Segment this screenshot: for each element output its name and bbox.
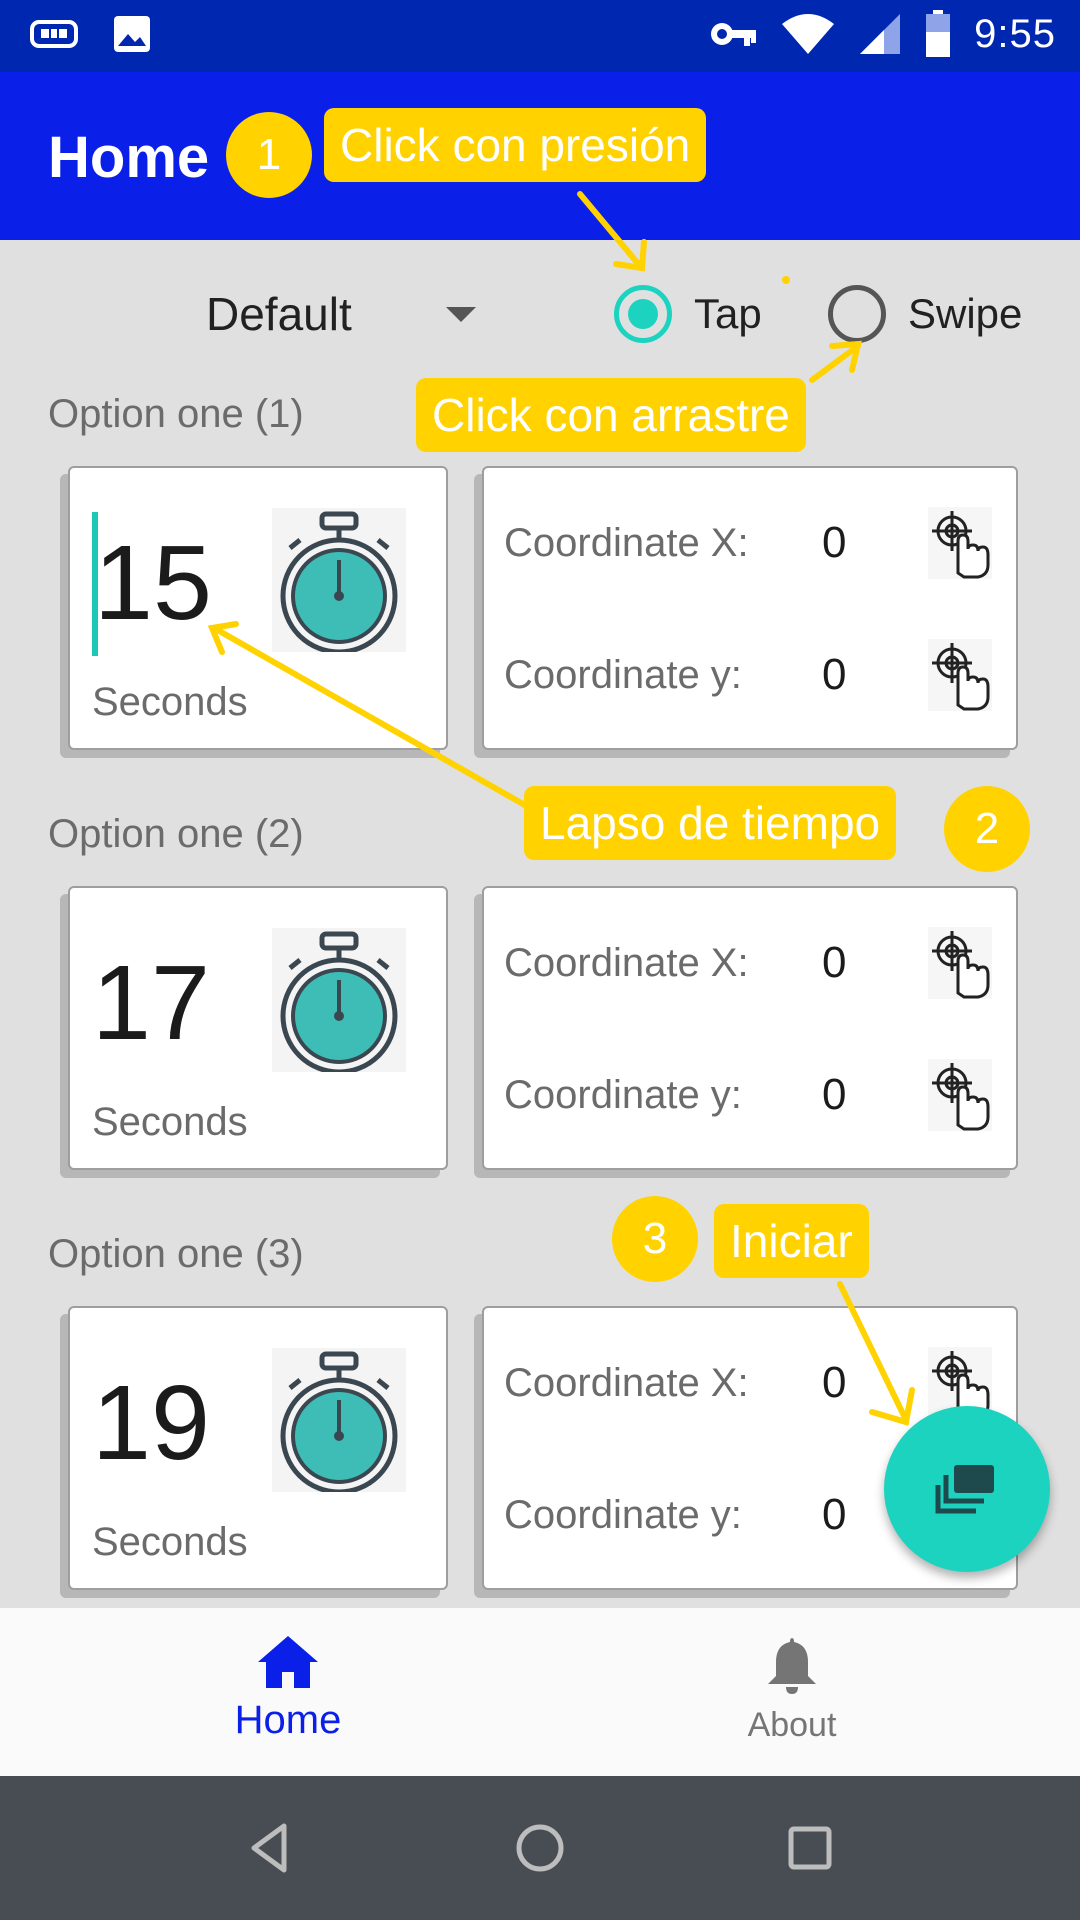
option-label-1: Option one (1) xyxy=(48,392,304,436)
pick-target-icon[interactable] xyxy=(928,507,992,579)
seconds-unit-3: Seconds xyxy=(92,1520,248,1564)
cell-signal-icon xyxy=(860,14,901,54)
stopwatch-icon xyxy=(272,1348,406,1492)
stopwatch-icon xyxy=(272,928,406,1072)
back-icon[interactable] xyxy=(240,1818,300,1878)
image-icon xyxy=(114,16,150,52)
nav-home[interactable]: Home xyxy=(188,1634,388,1743)
annotation-badge-3: 3 xyxy=(612,1196,698,1282)
timer-card-2[interactable]: 17 Seconds xyxy=(68,886,448,1170)
radio-unchecked-icon xyxy=(828,285,886,343)
coordinate-y-label: Coordinate y: xyxy=(504,652,742,697)
nav-home-label: Home xyxy=(234,1698,342,1742)
bell-icon xyxy=(768,1638,816,1694)
nav-about[interactable]: About xyxy=(692,1634,892,1745)
stopwatch-icon xyxy=(272,508,406,652)
coordinate-y-label: Coordinate y: xyxy=(504,1492,742,1537)
coordinate-x-label: Coordinate X: xyxy=(504,1360,749,1405)
layers-icon xyxy=(935,1465,994,1514)
start-fab-button[interactable] xyxy=(884,1406,1050,1572)
swipe-radio-label: Swipe xyxy=(908,290,1023,337)
swipe-radio[interactable]: Swipe xyxy=(828,282,1022,346)
seconds-input-2[interactable]: 17 xyxy=(92,950,210,1056)
chevron-down-icon xyxy=(446,306,476,322)
nav-about-label: About xyxy=(747,1706,837,1744)
bottom-navigation: Home About xyxy=(0,1608,1080,1776)
tap-radio[interactable]: Tap xyxy=(614,282,762,346)
profile-dropdown-value: Default xyxy=(206,288,352,340)
battery-icon xyxy=(926,10,951,57)
status-bar: 9:55 xyxy=(0,0,1080,72)
pick-target-icon[interactable] xyxy=(928,1059,992,1131)
seconds-unit-1: Seconds xyxy=(92,680,248,724)
coordinate-x-value: 0 xyxy=(822,518,847,567)
wifi-icon xyxy=(782,14,835,54)
clock: 9:55 xyxy=(974,11,1056,56)
coordinate-card-2: Coordinate X: 0 Coordinate y: 0 xyxy=(482,886,1018,1170)
timer-card-3[interactable]: 19 Seconds xyxy=(68,1306,448,1590)
annotation-badge-1: 1 xyxy=(226,112,312,198)
home-icon xyxy=(258,1636,318,1688)
coordinate-x-value: 0 xyxy=(822,1358,847,1407)
option-label-3: Option one (3) xyxy=(48,1232,304,1276)
coordinate-x-value: 0 xyxy=(822,938,847,987)
annotation-badge-2: 2 xyxy=(944,786,1030,872)
radio-checked-icon xyxy=(614,285,672,343)
page-title: Home xyxy=(48,125,210,190)
coordinate-y-value: 0 xyxy=(822,650,847,699)
coordinate-y-value: 0 xyxy=(822,1490,847,1539)
coordinate-y-label: Coordinate y: xyxy=(504,1072,742,1117)
coordinate-y-value: 0 xyxy=(822,1070,847,1119)
annotation-callout-swipe: Click con arrastre xyxy=(416,378,806,452)
timer-card-1[interactable]: 15 Seconds xyxy=(68,466,448,750)
seconds-input-3[interactable]: 19 xyxy=(92,1370,210,1476)
annotation-callout-tap: Click con presión xyxy=(324,108,707,182)
coordinate-y-row-1: Coordinate y: 0 xyxy=(504,630,992,720)
seconds-input-1[interactable]: 15 xyxy=(94,530,212,636)
coordinate-x-label: Coordinate X: xyxy=(504,940,749,985)
coordinate-card-1: Coordinate X: 0 Coordinate y: 0 xyxy=(482,466,1018,750)
coordinate-x-row-3: Coordinate X: 0 xyxy=(504,1338,992,1428)
annotation-callout-time: Lapso de tiempo xyxy=(524,786,897,860)
pick-target-icon[interactable] xyxy=(928,639,992,711)
annotation-callout-start: Iniciar xyxy=(714,1204,869,1278)
coordinate-y-row-2: Coordinate y: 0 xyxy=(504,1050,992,1140)
coordinate-x-label: Coordinate X: xyxy=(504,520,749,565)
keyboard-icon xyxy=(30,20,78,48)
profile-dropdown[interactable]: Default xyxy=(206,282,476,346)
option-label-2: Option one (2) xyxy=(48,812,304,856)
coordinate-x-row-2: Coordinate X: 0 xyxy=(504,918,992,1008)
coordinate-x-row-1: Coordinate X: 0 xyxy=(504,498,992,588)
seconds-unit-2: Seconds xyxy=(92,1100,248,1144)
system-navigation-bar xyxy=(0,1776,1080,1920)
vpn-key-icon xyxy=(711,23,757,46)
recents-icon[interactable] xyxy=(780,1818,840,1878)
home-circle-icon[interactable] xyxy=(510,1818,570,1878)
tap-radio-label: Tap xyxy=(694,290,762,337)
pick-target-icon[interactable] xyxy=(928,927,992,999)
